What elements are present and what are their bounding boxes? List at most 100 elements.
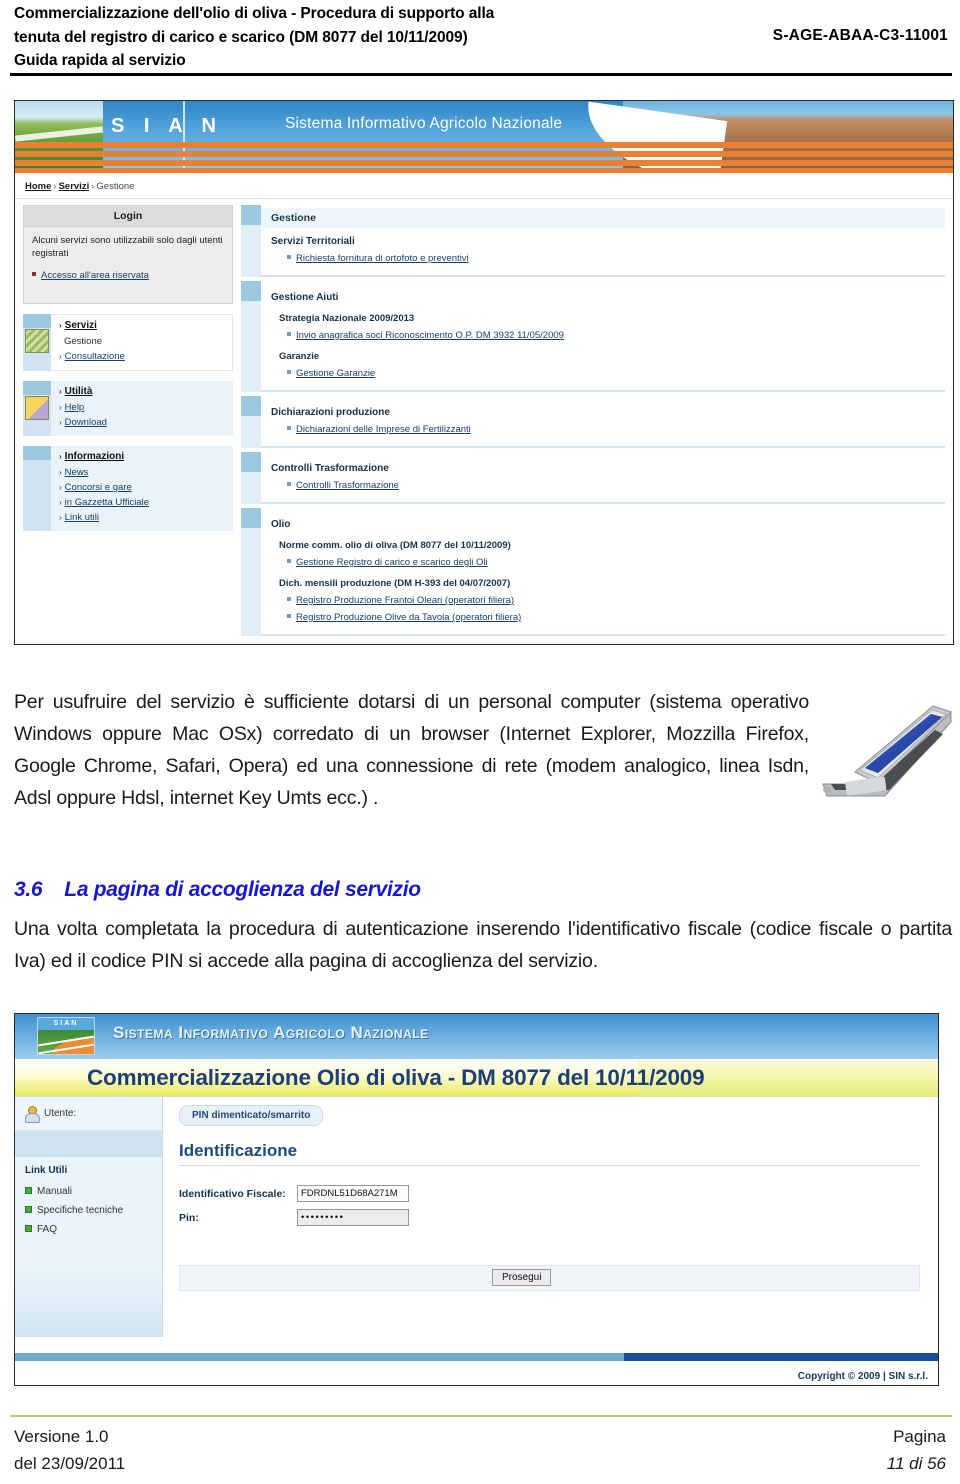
footer-color-bar — [15, 1353, 938, 1361]
sidebar-link-specifiche-tecniche[interactable]: Specifiche tecniche — [25, 1201, 162, 1220]
bullet-icon — [287, 332, 291, 336]
menu-item-gazzetta-label[interactable]: in Gazzetta Ufficiale — [65, 497, 149, 508]
section-number: 3.6 — [14, 878, 43, 901]
menu-item-gestione-label: Gestione — [64, 336, 103, 347]
link-row[interactable]: Gestione Registro di carico e scarico de… — [261, 553, 945, 570]
link-row[interactable]: Richiesta fornitura di ortofoto e preven… — [261, 249, 945, 266]
menu-item-link-utili[interactable]: › Link utili — [51, 510, 233, 525]
identificativo-fiscale-input[interactable] — [297, 1185, 409, 1202]
login-box: Login Alcuni servizi sono utilizzabili s… — [23, 205, 233, 304]
menu-link-utilita[interactable]: Utilità — [65, 386, 93, 397]
menu-item-news[interactable]: › News — [51, 465, 233, 480]
panel-tab-decoration — [241, 452, 261, 472]
menu-link-servizi[interactable]: Servizi — [65, 320, 97, 331]
login-banner-title: Sistema Informativo Agricolo Nazionale — [113, 1023, 429, 1042]
chevron-right-icon: › — [59, 321, 62, 330]
link-row[interactable]: Registro Produzione Olive da Tavola (ope… — [261, 608, 945, 625]
bullet-icon — [287, 370, 291, 374]
menu-item-gestione: Gestione — [51, 334, 232, 349]
pin-dimenticato-button[interactable]: PIN dimenticato/smarrito — [179, 1105, 324, 1126]
menu-tab-decoration — [23, 314, 51, 328]
panel-heading-olio: Olio — [271, 519, 291, 530]
panel-controlli-trasformazione: Controlli Trasformazione Controlli Trasf… — [241, 452, 945, 504]
chevron-right-icon: › — [59, 352, 62, 361]
chevron-right-icon: › — [59, 452, 62, 461]
document-page: Commercializzazione dell'olio di oliva -… — [0, 0, 960, 1484]
panel-heading-controlli-trasformazione: Controlli Trasformazione — [271, 463, 389, 474]
sian-logo: S I A N — [111, 115, 223, 137]
copyright-text: Copyright © 2009 | SIN s.r.l. — [797, 1371, 928, 1382]
login-page-title: Commercializzazione Olio di oliva - DM 8… — [87, 1065, 705, 1090]
accesso-area-riservata-link[interactable]: Accesso all'area riservata — [41, 270, 149, 281]
menu-item-help-label[interactable]: Help — [65, 402, 85, 413]
pin-input[interactable] — [297, 1209, 409, 1226]
header-line-2: tenuta del registro di carico e scarico … — [14, 28, 468, 46]
sidebar-link-faq[interactable]: FAQ — [25, 1220, 162, 1239]
chevron-right-icon: › — [59, 483, 62, 492]
panel-heading-gestione-aiuti: Gestione Aiuti — [271, 292, 339, 303]
sidebar-menu-utilita: › Utilità › Help › Download — [23, 381, 233, 436]
menu-item-consultazione-label[interactable]: Consultazione — [65, 351, 125, 362]
menu-item-consultazione[interactable]: › Consultazione — [51, 349, 232, 364]
panel-gestione: Gestione Servizi Territoriali Richiesta … — [241, 205, 945, 277]
link-gestione-garanzie[interactable]: Gestione Garanzie — [296, 368, 375, 379]
footer-page-label: Pagina — [893, 1427, 946, 1446]
document-code: S-AGE-ABAA-C3-11001 — [772, 27, 948, 44]
menu-item-concorsi-label[interactable]: Concorsi e gare — [65, 482, 132, 493]
footer-version-line-1: Versione 1.0 — [14, 1427, 109, 1446]
login-body: Utente: Link Utili Manuali Specifiche te… — [15, 1097, 938, 1337]
link-dichiarazioni-fertilizzanti[interactable]: Dichiarazioni delle Imprese di Fertilizz… — [296, 424, 471, 435]
breadcrumb-home[interactable]: Home — [25, 181, 51, 192]
breadcrumb-servizi[interactable]: Servizi — [59, 181, 90, 192]
form-action-bar: Prosegui — [179, 1265, 920, 1291]
link-controlli-trasformazione[interactable]: Controlli Trasformazione — [296, 480, 399, 491]
menu-title-utilita[interactable]: › Utilità — [51, 383, 233, 400]
menu-tab-decoration — [23, 446, 51, 460]
chevron-right-icon: › — [59, 418, 62, 427]
group-sub-garanzie: Garanzie — [279, 351, 320, 362]
link-invio-anagrafica-soci[interactable]: Invio anagrafica soci Riconoscimento O.P… — [296, 330, 564, 341]
menu-item-concorsi[interactable]: › Concorsi e gare — [51, 480, 233, 495]
bullet-icon — [287, 614, 291, 618]
link-row[interactable]: Registro Produzione Frantoi Oleari (oper… — [261, 591, 945, 608]
panel-dichiarazioni-produzione: Dichiarazioni produzione Dichiarazioni d… — [241, 396, 945, 448]
sidebar-link-faq-label: FAQ — [37, 1224, 58, 1235]
sidebar-link-manuali[interactable]: Manuali — [25, 1182, 162, 1201]
form-row-identificativo-fiscale: Identificativo Fiscale: — [179, 1185, 409, 1202]
prosegui-button[interactable]: Prosegui — [492, 1269, 552, 1286]
document-header-title: Commercializzazione dell'olio di oliva -… — [14, 2, 714, 73]
login-title-band: Commercializzazione Olio di oliva - DM 8… — [15, 1059, 938, 1097]
menu-side-decoration — [23, 460, 51, 531]
footer-page-number: 11 di 56 — [886, 1454, 946, 1473]
body-paragraph-1: Per usufruire del servizio è sufficiente… — [14, 691, 809, 809]
menu-tab-decoration — [23, 381, 51, 395]
sidebar-link-manuali-label: Manuali — [37, 1186, 73, 1197]
portal-body: Login Alcuni servizi sono utilizzabili s… — [15, 199, 953, 640]
login-box-link-row: Accesso all'area riservata — [24, 264, 232, 303]
link-row[interactable]: Gestione Garanzie — [261, 364, 945, 381]
bullet-icon — [32, 272, 36, 276]
menu-link-informazioni[interactable]: Informazioni — [65, 451, 124, 462]
menu-item-help[interactable]: › Help — [51, 400, 233, 415]
menu-item-download-label[interactable]: Download — [65, 417, 107, 428]
menu-title-servizi[interactable]: › Servizi — [51, 317, 232, 334]
link-registro-frantoi-oleari[interactable]: Registro Produzione Frantoi Oleari (oper… — [296, 595, 514, 606]
link-registro-olive-tavola[interactable]: Registro Produzione Olive da Tavola (ope… — [296, 612, 521, 623]
identificazione-title: Identificazione — [179, 1141, 298, 1160]
menu-item-news-label[interactable]: News — [65, 467, 89, 478]
link-row[interactable]: Dichiarazioni delle Imprese di Fertilizz… — [261, 420, 945, 437]
form-divider — [179, 1165, 920, 1166]
menu-item-link-utili-label[interactable]: Link utili — [65, 512, 99, 523]
menu-items-utilita: › Utilità › Help › Download — [51, 381, 233, 436]
header-line-1: Commercializzazione dell'olio di oliva -… — [14, 5, 495, 22]
link-row[interactable]: Invio anagrafica soci Riconoscimento O.P… — [261, 326, 945, 343]
link-row[interactable]: Controlli Trasformazione — [261, 476, 945, 493]
link-gestione-registro-oli[interactable]: Gestione Registro di carico e scarico de… — [296, 557, 488, 568]
menu-title-informazioni[interactable]: › Informazioni — [51, 448, 233, 465]
login-box-header: Login — [24, 206, 232, 227]
menu-item-download[interactable]: › Download — [51, 415, 233, 430]
link-richiesta-ortofoto[interactable]: Richiesta fornitura di ortofoto e preven… — [296, 253, 469, 264]
sidebar-link-specifiche-label: Specifiche tecniche — [37, 1205, 124, 1216]
panel-heading-gestione: Gestione — [261, 208, 945, 228]
menu-item-gazzetta[interactable]: › in Gazzetta Ufficiale — [51, 495, 233, 510]
